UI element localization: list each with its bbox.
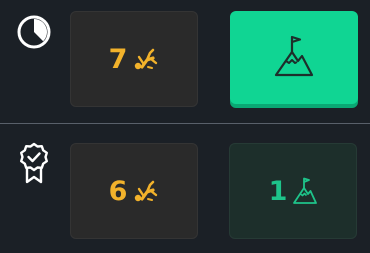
mountain-flag-icon (274, 35, 314, 76)
fall-count-value: 6 (108, 175, 128, 207)
mountain-flag-icon (293, 177, 318, 204)
fall-count-tile[interactable]: 6 (70, 143, 198, 239)
summit-count-value: 1 (268, 175, 288, 207)
award-ribbon-icon (20, 142, 48, 184)
fall-count-value: 7 (108, 43, 128, 75)
row-divider (0, 123, 370, 124)
summit-count-tile[interactable]: 1 (229, 143, 357, 239)
stats-panel: 7 6 1 (0, 0, 370, 253)
summit-goal-button[interactable] (230, 11, 358, 104)
falling-person-icon (135, 180, 158, 202)
fall-count-tile[interactable]: 7 (70, 11, 198, 107)
falling-person-icon (135, 48, 158, 70)
timer-icon (17, 15, 51, 49)
